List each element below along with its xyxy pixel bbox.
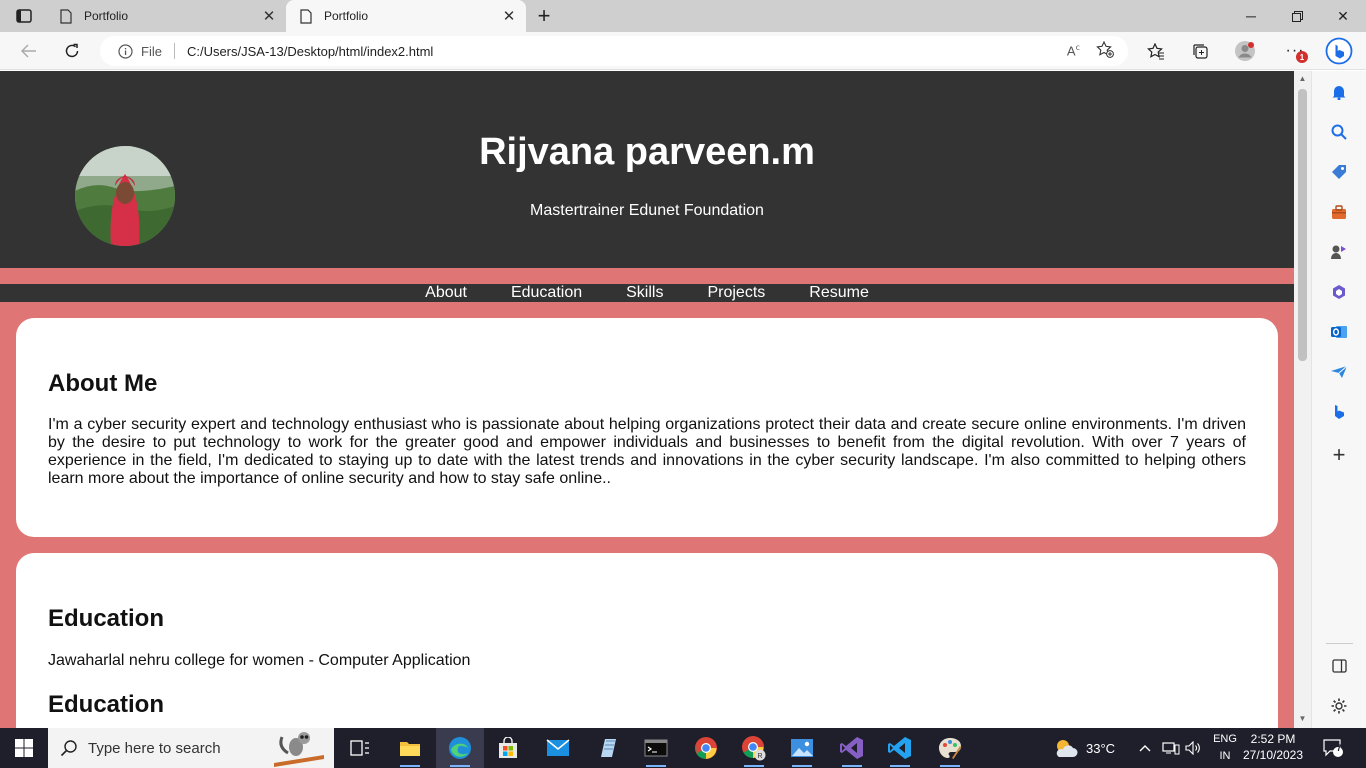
more-options-icon[interactable]: ··· 1: [1280, 36, 1310, 66]
drop-send-icon[interactable]: [1326, 359, 1352, 385]
education-heading: Education: [48, 605, 165, 632]
new-tab-icon[interactable]: +: [530, 3, 558, 29]
nav-about[interactable]: About: [425, 284, 467, 302]
weather-temp: 33°C: [1086, 740, 1116, 756]
read-aloud-icon[interactable]: Aⅽ: [1067, 43, 1080, 58]
education-heading-2: Education: [48, 691, 165, 718]
system-clock[interactable]: 2:52 PM 27/10/2023: [1240, 731, 1306, 763]
site-nav: About Education Skills Projects Resume: [0, 284, 1294, 302]
shopping-tag-icon[interactable]: [1326, 159, 1352, 185]
profile-avatar-icon[interactable]: [1230, 36, 1260, 66]
tab-label: Portfolio: [324, 9, 369, 23]
scroll-down-arrow-icon[interactable]: ▼: [1297, 714, 1308, 726]
language-code: ENG: [1213, 733, 1237, 745]
chrome-icon[interactable]: [682, 728, 730, 768]
site-subtitle: Mastertrainer Edunet Foundation: [530, 202, 764, 219]
tab-portfolio-1[interactable]: Portfolio ✕: [46, 0, 286, 32]
page-viewport: Rijvana parveen.m Mastertrainer Edunet F…: [0, 71, 1294, 728]
notifications-bell-icon[interactable]: [1326, 79, 1352, 105]
close-icon[interactable]: ✕: [256, 3, 282, 29]
file-label: File: [141, 43, 162, 59]
nav-projects[interactable]: Projects: [707, 284, 765, 302]
search-placeholder: Type here to search: [88, 739, 221, 757]
edge-sidebar: +: [1311, 71, 1366, 728]
add-sidebar-app-icon[interactable]: +: [1326, 442, 1352, 468]
tab-label: Portfolio: [84, 9, 129, 23]
close-icon[interactable]: ✕: [496, 3, 522, 29]
scroll-thumb[interactable]: [1298, 89, 1307, 361]
minimize-icon[interactable]: ─: [1228, 0, 1274, 32]
sidebar-settings-gear-icon[interactable]: [1326, 693, 1352, 719]
browser-toolbar: File C:/Users/JSA-13/Desktop/html/index2…: [0, 32, 1366, 70]
edge-browser-icon[interactable]: [436, 728, 484, 768]
svg-text:R: R: [757, 753, 762, 760]
microsoft-store-icon[interactable]: [484, 728, 532, 768]
outlook-icon[interactable]: [1326, 319, 1352, 345]
about-section: About Me I'm a cyber security expert and…: [16, 318, 1278, 537]
back-icon[interactable]: [14, 36, 44, 66]
page-scrollbar[interactable]: ▲ ▼: [1294, 71, 1311, 728]
address-bar[interactable]: File C:/Users/JSA-13/Desktop/html/index2…: [100, 36, 1128, 66]
tools-briefcase-icon[interactable]: [1326, 199, 1352, 225]
bing-icon[interactable]: [1326, 399, 1352, 425]
info-icon[interactable]: [118, 43, 133, 59]
mail-icon[interactable]: [534, 728, 582, 768]
about-text: I'm a cyber security expert and technolo…: [48, 416, 1246, 487]
tab-bar: Portfolio ✕ Portfolio ✕ + ─ ✕: [0, 0, 1366, 32]
education-section: Education Jawaharlal nehru college for w…: [16, 553, 1278, 728]
add-favorite-icon[interactable]: [1096, 40, 1114, 61]
restore-icon[interactable]: [1274, 0, 1320, 32]
clock-time: 2:52 PM: [1250, 732, 1296, 746]
page-icon: [300, 8, 312, 24]
collections-icon[interactable]: [1185, 36, 1215, 66]
refresh-icon[interactable]: [57, 36, 87, 66]
notes-app-icon[interactable]: [584, 728, 632, 768]
volume-icon[interactable]: [1185, 728, 1203, 768]
tab-actions-icon[interactable]: [8, 4, 40, 28]
sidebar-divider: [1326, 643, 1353, 644]
page-icon: [60, 8, 72, 24]
favorites-icon[interactable]: [1141, 36, 1171, 66]
education-item: Jawaharlal nehru college for women - Com…: [48, 652, 471, 669]
visual-studio-icon[interactable]: [828, 728, 876, 768]
input-language-indicator[interactable]: ENG IN: [1206, 731, 1244, 765]
show-hidden-icons-chevron-icon[interactable]: [1139, 728, 1151, 768]
search-highlight-lemur-icon[interactable]: [274, 729, 324, 768]
photos-icon[interactable]: [778, 728, 826, 768]
notification-count: 7: [1336, 743, 1342, 753]
tab-portfolio-2[interactable]: Portfolio ✕: [286, 0, 526, 32]
search-icon: [60, 739, 78, 757]
site-title: Rijvana parveen.m: [479, 131, 815, 173]
site-header: Rijvana parveen.m Mastertrainer Edunet F…: [0, 71, 1294, 268]
divider: [173, 43, 175, 59]
about-heading: About Me: [48, 370, 158, 397]
search-icon[interactable]: [1326, 119, 1352, 145]
games-icon[interactable]: [1326, 239, 1352, 265]
action-center-icon[interactable]: 7: [1322, 728, 1344, 768]
taskbar-search-box[interactable]: Type here to search: [48, 728, 334, 768]
terminal-icon[interactable]: [632, 728, 680, 768]
windows-start-icon[interactable]: [0, 728, 48, 768]
nav-education[interactable]: Education: [511, 284, 582, 302]
close-window-icon[interactable]: ✕: [1320, 0, 1366, 32]
nav-resume[interactable]: Resume: [809, 284, 869, 302]
vscode-icon[interactable]: [876, 728, 924, 768]
chrome-profile-icon[interactable]: R: [730, 728, 778, 768]
network-icon[interactable]: [1162, 728, 1180, 768]
notification-dot: [1248, 42, 1254, 48]
weather-widget[interactable]: 33°C: [1053, 728, 1115, 768]
language-region: IN: [1219, 750, 1231, 762]
microsoft-365-icon[interactable]: [1326, 279, 1352, 305]
nav-skills[interactable]: Skills: [626, 284, 663, 302]
file-explorer-icon[interactable]: [386, 728, 434, 768]
paint-icon[interactable]: [926, 728, 974, 768]
extensions-badge: 1: [1296, 51, 1308, 63]
scroll-up-arrow-icon[interactable]: ▲: [1297, 74, 1308, 86]
bing-copilot-icon[interactable]: [1324, 36, 1354, 66]
windows-taskbar: Type here to search R 33°C ENG IN 2:52 P…: [0, 728, 1366, 768]
clock-date: 27/10/2023: [1242, 748, 1304, 762]
url-text[interactable]: C:/Users/JSA-13/Desktop/html/index2.html: [187, 44, 433, 59]
hide-sidebar-icon[interactable]: [1326, 653, 1352, 679]
task-view-icon[interactable]: [336, 728, 384, 768]
